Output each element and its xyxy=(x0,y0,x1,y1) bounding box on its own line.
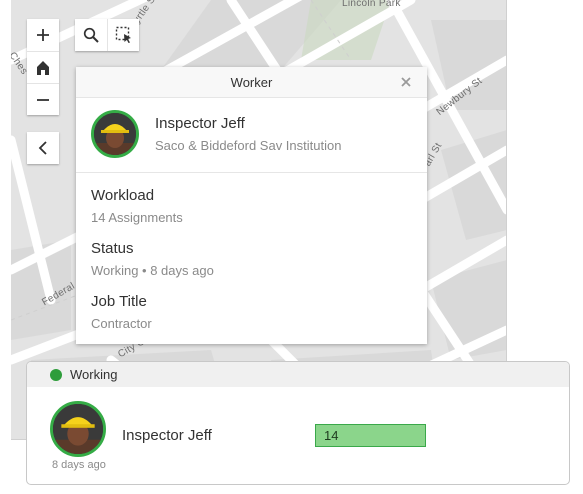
select-icon xyxy=(115,26,131,43)
avatar xyxy=(91,110,139,158)
worker-name: Inspector Jeff xyxy=(122,427,212,444)
home-icon xyxy=(37,60,49,75)
zoom-in-icon xyxy=(37,29,49,41)
assignment-count: 14 xyxy=(315,424,426,447)
worker-avatar-image xyxy=(53,404,103,454)
field-label: Job Title xyxy=(91,293,147,310)
select-button[interactable] xyxy=(107,19,139,51)
zoom-out-icon xyxy=(37,98,49,101)
worker-summary: Inspector Jeff Saco & Biddeford Sav Inst… xyxy=(76,98,427,173)
zoom-in-button[interactable] xyxy=(27,19,59,51)
field-value: Contractor xyxy=(91,316,152,331)
card-header: Working xyxy=(27,362,569,387)
worker-card[interactable]: Working Inspector Jeff 8 days ago 14 xyxy=(26,361,570,485)
search-icon xyxy=(83,27,99,43)
search-button[interactable] xyxy=(75,19,107,51)
close-button[interactable] xyxy=(397,73,415,91)
last-update-time: 8 days ago xyxy=(52,459,106,471)
popup-header: Worker xyxy=(76,67,427,98)
field-status: Status Working • 8 days ago xyxy=(76,240,427,278)
collapse-control xyxy=(27,132,59,164)
avatar xyxy=(50,401,106,457)
home-button[interactable] xyxy=(27,51,59,83)
field-value: Working • 8 days ago xyxy=(91,263,214,278)
zoom-controls xyxy=(27,19,59,115)
field-value: 14 Assignments xyxy=(91,210,183,225)
close-icon xyxy=(401,77,411,87)
worker-name: Inspector Jeff xyxy=(155,115,245,132)
field-label: Status xyxy=(91,240,134,257)
status-label: Working xyxy=(70,367,118,382)
field-job-title: Job Title Contractor xyxy=(76,293,427,331)
collapse-button[interactable] xyxy=(27,132,59,164)
field-workload: Workload 14 Assignments xyxy=(76,187,427,225)
field-label: Workload xyxy=(91,187,155,204)
worker-popup: Worker Inspector Jeff Saco & Biddeford S… xyxy=(76,67,427,344)
zoom-out-button[interactable] xyxy=(27,83,59,115)
status-dot-icon xyxy=(50,368,62,381)
map-toolbar xyxy=(75,19,139,51)
chevron-left-icon xyxy=(38,141,47,155)
popup-title: Worker xyxy=(230,74,273,90)
map-label-lincoln-park: Lincoln Park xyxy=(342,0,401,9)
worker-avatar-image xyxy=(94,113,136,155)
worker-organization: Saco & Biddeford Sav Institution xyxy=(155,138,342,153)
